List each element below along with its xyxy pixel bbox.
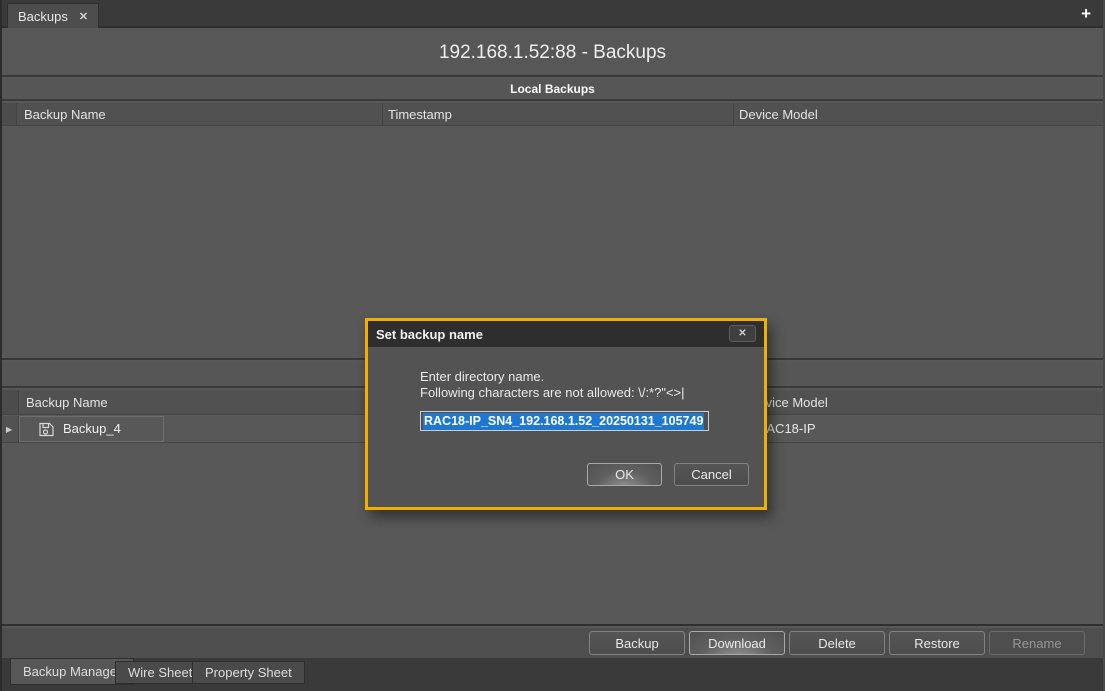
- ok-button[interactable]: OK: [587, 463, 662, 486]
- col-backup-name[interactable]: Backup Name: [26, 395, 108, 410]
- dialog-message-line2: Following characters are not allowed: \/…: [420, 385, 685, 400]
- dialog-close-icon[interactable]: ✕: [729, 325, 756, 342]
- add-tab-icon[interactable]: +: [1081, 4, 1091, 24]
- tab-backups[interactable]: Backups ✕: [7, 3, 99, 28]
- backup-floppy-icon: [38, 421, 55, 441]
- dialog-title: Set backup name: [376, 327, 483, 342]
- local-backups-table-header: Backup Name Timestamp Device Model: [2, 103, 1103, 126]
- table1-gutter: [2, 103, 17, 125]
- dialog-buttons: OK Cancel: [587, 463, 749, 486]
- download-button[interactable]: Download: [689, 631, 785, 655]
- dialog-message: Enter directory name.Following character…: [420, 369, 685, 401]
- restore-button[interactable]: Restore: [889, 631, 985, 655]
- local-backups-title: Local Backups: [510, 82, 595, 96]
- column-separator: [733, 103, 734, 126]
- tab-backups-label: Backups: [18, 9, 68, 24]
- local-backups-section-header: Local Backups: [2, 79, 1103, 101]
- rename-button: Rename: [989, 631, 1085, 655]
- row-gutter: ▶: [2, 416, 19, 442]
- backup-name-input[interactable]: RAC18-IP_SN4_192.168.1.52_20250131_10574…: [420, 411, 709, 431]
- col-timestamp[interactable]: Timestamp: [388, 107, 452, 122]
- backup-name-cell[interactable]: Backup_4: [63, 421, 121, 436]
- col-device-model[interactable]: Device Model: [739, 107, 818, 122]
- col-backup-name[interactable]: Backup Name: [24, 107, 106, 122]
- top-tab-bar: Backups ✕ +: [2, 0, 1103, 28]
- backup-manager-window: Backups ✕ + 192.168.1.52:88 - Backups Lo…: [0, 0, 1105, 691]
- page-title: 192.168.1.52:88 - Backups: [439, 42, 666, 64]
- set-backup-name-dialog: Set backup name ✕ Enter directory name.F…: [365, 318, 767, 510]
- action-button-bar: Backup Download Delete Restore Rename: [2, 628, 1103, 658]
- bottom-tab-bar: Backup Manager Wire Sheet Property Sheet: [2, 658, 1103, 691]
- expand-arrow-icon[interactable]: ▶: [6, 425, 12, 434]
- delete-button[interactable]: Delete: [789, 631, 885, 655]
- cancel-button[interactable]: Cancel: [674, 463, 749, 486]
- backup-button[interactable]: Backup: [589, 631, 685, 655]
- view-title-band: 192.168.1.52:88 - Backups: [2, 30, 1103, 77]
- tab-close-icon[interactable]: ✕: [79, 10, 88, 23]
- table2-gutter: [2, 390, 19, 414]
- dialog-body: Enter directory name.Following character…: [368, 347, 764, 507]
- dialog-message-line1: Enter directory name.: [420, 369, 544, 384]
- selected-input-text: RAC18-IP_SN4_192.168.1.52_20250131_10574…: [423, 413, 704, 430]
- tab-property-sheet[interactable]: Property Sheet: [192, 661, 305, 684]
- column-separator: [382, 103, 383, 126]
- dialog-title-bar[interactable]: Set backup name ✕: [368, 321, 764, 347]
